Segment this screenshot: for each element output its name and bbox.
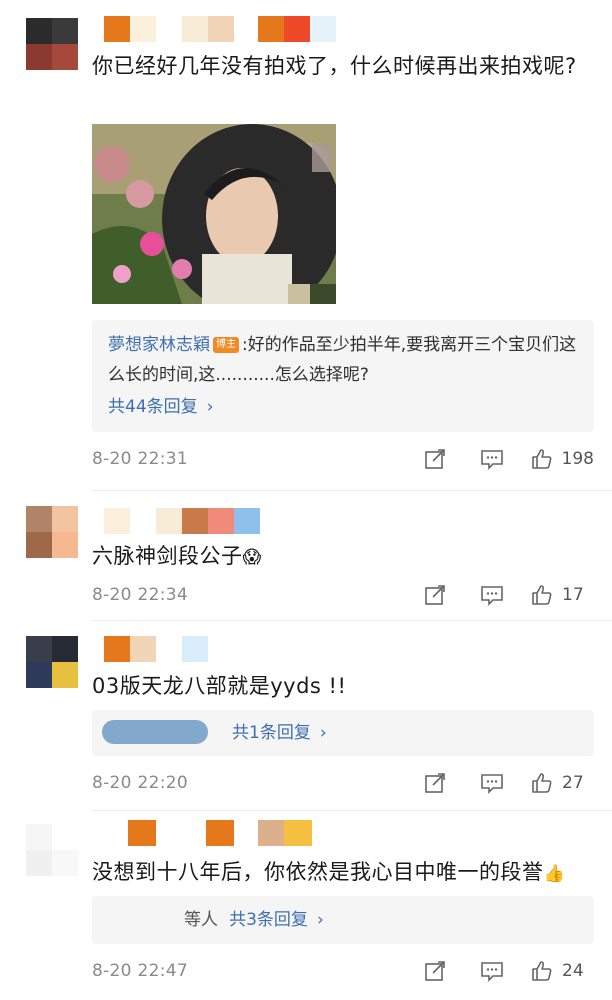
- reply-button[interactable]: [480, 448, 504, 470]
- like-button[interactable]: 17: [530, 583, 594, 607]
- thumbs-up-icon: [532, 773, 552, 793]
- share-icon: [425, 773, 445, 793]
- share-button[interactable]: [424, 448, 446, 470]
- reply-username[interactable]: 夢想家林志穎: [108, 335, 210, 355]
- comment-icon: [481, 586, 503, 606]
- reply-button[interactable]: [480, 772, 504, 794]
- comment-meta: 8-20 22:20 27: [92, 768, 594, 798]
- thumbs-up-icon: [532, 961, 552, 981]
- chevron-right-icon: ›: [317, 910, 324, 930]
- timestamp: 8-20 22:34: [92, 585, 188, 605]
- share-button[interactable]: [424, 772, 446, 794]
- avatar[interactable]: [26, 506, 78, 558]
- chevron-right-icon: ›: [319, 723, 327, 743]
- username-censored[interactable]: [104, 16, 336, 42]
- avatar[interactable]: [26, 824, 78, 876]
- reply-button[interactable]: [480, 584, 504, 606]
- comment-icon: [480, 450, 503, 470]
- comment-text: 六脉神剑段公子😱: [92, 544, 262, 568]
- share-icon: [425, 961, 445, 981]
- thumbs-up-icon: [531, 449, 551, 469]
- like-count: 17: [562, 585, 584, 605]
- thumbs-up-emoji: 👍: [543, 864, 566, 884]
- comment-text: 没想到十八年后，你依然是我心目中唯一的段誉👍: [92, 860, 566, 884]
- like-count: 27: [562, 773, 584, 793]
- comment-meta: 8-20 22:31 198: [92, 444, 594, 474]
- reply-preview[interactable]: 夢想家林志穎 博主:好的作品至少拍半年,要我离开三个宝贝们这么长的时间,这....…: [92, 320, 594, 432]
- username-censored[interactable]: [128, 820, 312, 846]
- photo-illustration: [92, 124, 336, 304]
- like-count: 198: [561, 449, 594, 469]
- view-replies-link[interactable]: 共1条回复 ›: [232, 718, 327, 743]
- reply-preview[interactable]: 等人 共3条回复 ›: [92, 896, 594, 944]
- like-button[interactable]: 198: [530, 447, 594, 471]
- thumbs-up-icon: [532, 585, 552, 605]
- share-button[interactable]: [424, 960, 446, 982]
- view-replies-link[interactable]: 共44条回复 ›: [108, 392, 214, 417]
- reply-button[interactable]: [480, 960, 504, 982]
- comment-image[interactable]: [92, 124, 336, 304]
- comment-1: 你已经好几年没有拍戏了，什么时候再出来拍戏呢? 夢想家林志穎 博主:好的作品至少拍…: [0, 0, 612, 490]
- comment-2: 六脉神剑段公子😱 8-20 22:34 17: [0, 490, 612, 620]
- comment-3: 03版天龙八部就是yyds !! 共1条回复 › 8-20 22:20 27: [0, 620, 612, 810]
- shocked-emoji: 😱: [242, 547, 262, 568]
- view-replies-link[interactable]: 等人 共3条回复 ›: [184, 905, 324, 935]
- like-button[interactable]: 27: [530, 771, 594, 795]
- blogger-badge: 博主: [213, 337, 239, 353]
- reply-prefix: 等人: [184, 910, 218, 930]
- username-censored[interactable]: [104, 508, 260, 534]
- share-icon: [425, 585, 445, 605]
- comment-meta: 8-20 22:47 24: [92, 956, 594, 986]
- comment-text: 你已经好几年没有拍戏了，什么时候再出来拍戏呢?: [92, 54, 577, 78]
- timestamp: 8-20 22:20: [92, 773, 188, 793]
- chevron-right-icon: ›: [206, 397, 214, 417]
- comment-icon: [481, 774, 503, 794]
- reply-count: 共44条回复: [108, 397, 198, 417]
- avatar[interactable]: [26, 18, 78, 70]
- username-censored[interactable]: [104, 636, 208, 662]
- comment-icon: [481, 962, 503, 982]
- like-button[interactable]: 24: [530, 959, 594, 983]
- reply-count: 共1条回复: [232, 723, 311, 743]
- share-button[interactable]: [424, 584, 446, 606]
- reply-preview[interactable]: 共1条回复 ›: [92, 710, 594, 756]
- comment-4: 没想到十八年后，你依然是我心目中唯一的段誉👍 等人 共3条回复 › 8-20 2…: [0, 810, 612, 1000]
- timestamp: 8-20 22:31: [92, 449, 188, 469]
- share-icon: [424, 449, 445, 469]
- like-count: 24: [562, 961, 584, 981]
- reply-avatar-blur: [102, 720, 208, 744]
- comment-meta: 8-20 22:34 17: [92, 580, 594, 610]
- timestamp: 8-20 22:47: [92, 961, 188, 981]
- reply-count: 共3条回复: [229, 910, 308, 930]
- comment-text: 03版天龙八部就是yyds !!: [92, 674, 347, 698]
- avatar[interactable]: [26, 636, 78, 688]
